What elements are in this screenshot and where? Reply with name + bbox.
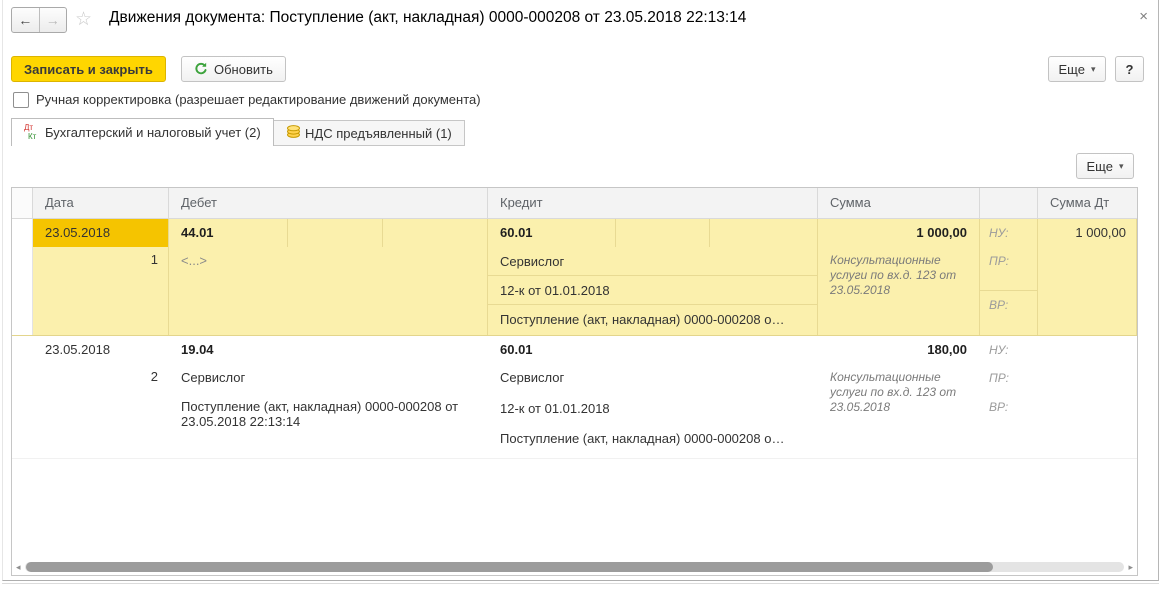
cell-debit-account[interactable]: 44.01	[169, 219, 288, 248]
debit-subconto-2: Поступление (акт, накладная) 0000-000208…	[181, 399, 459, 429]
header-date[interactable]: Дата	[33, 188, 169, 218]
forward-arrow-icon: →	[45, 12, 60, 28]
cell-debit-sub1[interactable]	[288, 219, 383, 248]
cell-flags: ПР: ВР:	[980, 247, 1038, 335]
cell-sum-dt-detail[interactable]	[1038, 247, 1137, 335]
header-debit[interactable]: Дебет	[169, 188, 488, 218]
forward-button[interactable]: →	[38, 8, 67, 32]
cell-flags: ПР: ВР:	[980, 364, 1038, 458]
row-gutter	[12, 247, 33, 335]
cell-credit-sub1[interactable]	[616, 219, 710, 248]
credit-subconto-3: Поступление (акт, накладная) 0000-000208…	[500, 312, 785, 327]
cell-credit-sub2[interactable]	[710, 336, 818, 364]
cell-credit-sub2[interactable]	[710, 219, 818, 248]
table-row[interactable]: 23.05.2018 19.04 60.01 180,00 НУ: 2 Серв…	[12, 336, 1137, 459]
cell-sum[interactable]: 180,00	[818, 336, 980, 364]
flag-pr-label: ПР:	[989, 371, 1009, 385]
cell-debit-details[interactable]: Сервислог Поступление (акт, накладная) 0…	[169, 364, 488, 458]
header-gutter	[12, 188, 33, 218]
cell-debit-sub2[interactable]	[383, 219, 488, 248]
tab-accounting-and-tax[interactable]: Дт Кт Бухгалтерский и налоговый учет (2)	[11, 118, 274, 146]
page-title: Движения документа: Поступление (акт, на…	[109, 9, 747, 26]
chevron-down-icon: ▾	[1090, 63, 1096, 74]
refresh-icon	[194, 62, 208, 76]
cell-debit-account[interactable]: 19.04	[169, 336, 288, 364]
flag-pr-label: ПР:	[980, 247, 1037, 291]
toolbar: Записать и закрыть Обновить Еще ▾ ?	[3, 54, 1158, 84]
cell-comment[interactable]: Консультационные услуги по вх.д. 123 от …	[818, 247, 980, 335]
chevron-down-icon: ▾	[1118, 160, 1124, 171]
cell-sum-dt[interactable]	[1038, 336, 1137, 364]
help-button[interactable]: ?	[1115, 56, 1144, 82]
scroll-right-icon[interactable]: ▸	[1128, 562, 1133, 572]
more-label: Еще	[1058, 61, 1085, 77]
credit-subconto-1: Сервислог	[500, 370, 565, 385]
manual-adjustment-checkbox[interactable]	[13, 92, 29, 108]
titlebar: ← → ☆ Движения документа: Поступление (а…	[3, 0, 1158, 46]
cell-sum-dt[interactable]: 1 000,00	[1038, 219, 1137, 248]
tab-vat-presented[interactable]: НДС предъявленный (1)	[273, 120, 465, 146]
row-number: 1	[33, 247, 169, 335]
cell-credit-details[interactable]: Сервислог 12-к от 01.01.2018 Поступление…	[488, 247, 818, 335]
cell-comment[interactable]: Консультационные услуги по вх.д. 123 от …	[818, 364, 980, 458]
tab-vat-label: НДС предъявленный (1)	[305, 125, 452, 141]
more-button-toolbar[interactable]: Еще ▾	[1048, 56, 1106, 82]
row-gutter	[12, 364, 33, 458]
cell-date[interactable]: 23.05.2018	[33, 336, 169, 364]
back-button[interactable]: ←	[12, 8, 39, 32]
save-and-close-button[interactable]: Записать и закрыть	[11, 56, 166, 82]
scrollbar-track[interactable]	[24, 561, 1125, 572]
scroll-left-icon[interactable]: ◂	[16, 562, 21, 572]
refresh-button[interactable]: Обновить	[181, 56, 286, 82]
back-arrow-icon: ←	[18, 12, 33, 28]
flag-nu-label: НУ:	[980, 219, 1038, 248]
scrollbar-thumb[interactable]	[25, 561, 994, 572]
row-gutter	[12, 219, 33, 248]
cell-credit-sub1[interactable]	[616, 336, 710, 364]
cell-debit-detail[interactable]: <...>	[169, 247, 488, 335]
refresh-label: Обновить	[214, 61, 273, 77]
cell-sum[interactable]: 1 000,00	[818, 219, 980, 248]
movements-table: Дата Дебет Кредит Сумма Сумма Дт 23.05.2…	[11, 187, 1138, 576]
cell-credit-details[interactable]: Сервислог 12-к от 01.01.2018 Поступление…	[488, 364, 818, 458]
horizontal-scrollbar[interactable]: ◂ ▸	[12, 558, 1137, 575]
cell-debit-sub2[interactable]	[383, 336, 488, 364]
credit-subconto-3: Поступление (акт, накладная) 0000-000208…	[500, 431, 785, 446]
cell-sum-dt-detail[interactable]	[1038, 364, 1137, 458]
flag-vr-label: ВР:	[989, 298, 1009, 312]
favorite-star-icon[interactable]: ☆	[75, 8, 92, 31]
credit-subconto-2: 12-к от 01.01.2018	[488, 276, 817, 305]
flag-nu-label: НУ:	[989, 343, 1009, 357]
cell-date-selected[interactable]: 23.05.2018	[33, 219, 169, 248]
dt-kt-icon: Дт Кт	[24, 123, 37, 141]
more-button-grid[interactable]: Еще ▾	[1076, 153, 1134, 179]
row-number: 2	[150, 369, 158, 384]
manual-adjustment-row: Ручная корректировка (разрешает редактир…	[3, 90, 1158, 112]
close-icon[interactable]: ×	[1139, 8, 1148, 25]
row-gutter	[12, 336, 33, 364]
header-credit[interactable]: Кредит	[488, 188, 818, 218]
tab-strip: Дт Кт Бухгалтерский и налоговый учет (2) …	[3, 118, 1158, 146]
manual-adjustment-label: Ручная корректировка (разрешает редактир…	[36, 92, 481, 107]
flag-vr-label: ВР:	[989, 400, 1009, 414]
table-row[interactable]: 23.05.2018 44.01 60.01 1 000,00 НУ: 1 00…	[12, 219, 1137, 336]
cell-credit-account[interactable]: 60.01	[488, 219, 616, 248]
header-flags[interactable]	[980, 188, 1038, 218]
tab-accounting-label: Бухгалтерский и налоговый учет (2)	[45, 125, 261, 140]
grid-more-label: Еще	[1086, 158, 1113, 174]
cell-credit-account[interactable]: 60.01	[488, 336, 616, 364]
coins-icon	[286, 125, 301, 141]
credit-subconto-1: Сервислог	[488, 247, 817, 276]
debit-subconto-1: Сервислог	[181, 370, 246, 385]
cell-debit-sub1[interactable]	[288, 336, 383, 364]
credit-subconto-2: 12-к от 01.01.2018	[500, 401, 610, 416]
table-empty-area	[12, 459, 1137, 558]
table-header-row: Дата Дебет Кредит Сумма Сумма Дт	[12, 188, 1137, 219]
document-movements-window: ← → ☆ Движения документа: Поступление (а…	[2, 0, 1159, 584]
header-sum[interactable]: Сумма	[818, 188, 980, 218]
header-sum-dt[interactable]: Сумма Дт	[1038, 188, 1137, 218]
nav-button-group: ← →	[11, 7, 67, 33]
